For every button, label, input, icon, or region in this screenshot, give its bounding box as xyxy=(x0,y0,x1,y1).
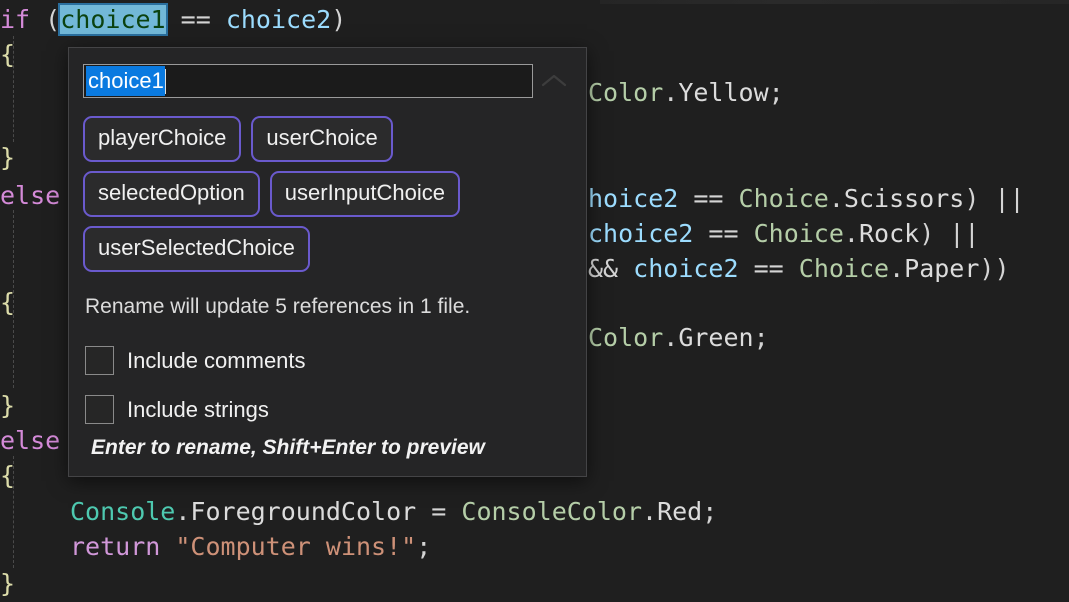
code-token: && xyxy=(588,254,619,283)
code-token: ConsoleColor xyxy=(461,497,643,526)
code-token: Green xyxy=(678,323,754,352)
code-token: Choice xyxy=(753,219,844,248)
code-token: return xyxy=(70,532,161,561)
code-token: . xyxy=(843,219,859,248)
code-token: Rock xyxy=(858,219,920,248)
code-token: . xyxy=(828,184,844,213)
suggestion-chip[interactable]: userChoice xyxy=(251,116,393,162)
code-token: == xyxy=(753,254,784,283)
code-token: . xyxy=(175,497,191,526)
suggestion-chip[interactable]: playerChoice xyxy=(83,116,242,162)
text-caret xyxy=(164,68,166,94)
code-token: Choice xyxy=(738,184,829,213)
code-token: ; xyxy=(702,497,718,526)
include-comments-label: Include comments xyxy=(127,347,306,373)
code-token: || xyxy=(949,219,980,248)
code-token: . xyxy=(663,323,679,352)
code-token: . xyxy=(642,497,658,526)
code-token: )) xyxy=(979,254,1010,283)
code-line: } xyxy=(0,566,1069,601)
code-token: ) xyxy=(964,184,980,213)
code-token: == xyxy=(693,184,724,213)
include-strings-label: Include strings xyxy=(127,396,269,422)
code-token: Console xyxy=(70,497,176,526)
code-token: . xyxy=(663,78,679,107)
rename-input-value: choice1 xyxy=(86,66,165,96)
code-token: Color xyxy=(588,78,664,107)
code-token: ) xyxy=(919,219,935,248)
indent-guide xyxy=(13,36,14,142)
code-line: return "Computer wins!"; xyxy=(0,529,1069,564)
suggestion-chip[interactable]: userSelectedChoice xyxy=(83,226,310,272)
option-include-strings[interactable]: Include strings xyxy=(85,395,269,424)
code-line: if (choice1 == choice2) xyxy=(0,2,1069,37)
code-token: } xyxy=(0,569,16,598)
code-token: . xyxy=(889,254,905,283)
code-token: Choice xyxy=(798,254,890,283)
code-line: Console.ForegroundColor = ConsoleColor.R… xyxy=(0,494,1069,529)
code-token: ( xyxy=(45,5,61,34)
code-token: choice2 xyxy=(225,5,332,34)
code-token: ; xyxy=(768,78,784,107)
code-token: } xyxy=(0,143,16,172)
suggestion-chip[interactable]: userInputChoice xyxy=(269,171,460,217)
code-token: Yellow xyxy=(678,78,769,107)
chevron-up-icon[interactable] xyxy=(535,64,573,98)
code-token: ) xyxy=(331,5,347,34)
code-token: ; xyxy=(753,323,769,352)
code-token: || xyxy=(994,184,1025,213)
code-token: choice2 xyxy=(633,254,739,283)
indent-guide xyxy=(13,456,14,568)
suggestion-chip-list: playerChoice userChoice selectedOption user… xyxy=(83,116,575,272)
rename-input[interactable]: choice1 xyxy=(83,64,533,98)
include-strings-checkbox[interactable] xyxy=(85,395,114,424)
code-token: if xyxy=(0,5,31,34)
code-token: == xyxy=(180,5,211,34)
references-note: Rename will update 5 references in 1 fil… xyxy=(85,295,471,318)
code-token: Red xyxy=(657,497,703,526)
option-include-comments[interactable]: Include comments xyxy=(85,346,306,375)
code-token: Scissors xyxy=(843,184,965,213)
suggestion-chip[interactable]: selectedOption xyxy=(83,171,260,217)
code-token: choice2 xyxy=(588,219,694,248)
code-token: } xyxy=(0,391,16,420)
keyboard-hint: Enter to rename, Shift+Enter to preview xyxy=(91,436,485,459)
code-token: == xyxy=(708,219,739,248)
code-token: hoice2 xyxy=(588,184,679,213)
code-token: ; xyxy=(416,532,432,561)
code-token: Paper xyxy=(904,254,980,283)
code-token: else xyxy=(0,426,61,455)
renamed-symbol-highlight: choice1 xyxy=(58,3,168,36)
rename-dialog: choice1 playerChoice userChoice selectedOp… xyxy=(68,47,587,477)
include-comments-checkbox[interactable] xyxy=(85,346,114,375)
code-token: ForegroundColor xyxy=(190,497,417,526)
rename-input-row: choice1 xyxy=(83,63,573,99)
code-token: = xyxy=(431,497,447,526)
code-token: Color xyxy=(588,323,664,352)
screen-root: if (choice1 == choice2){} else{} else{Cons… xyxy=(0,0,1069,602)
code-token: "Computer wins!" xyxy=(175,532,417,561)
indent-guide xyxy=(13,210,14,388)
